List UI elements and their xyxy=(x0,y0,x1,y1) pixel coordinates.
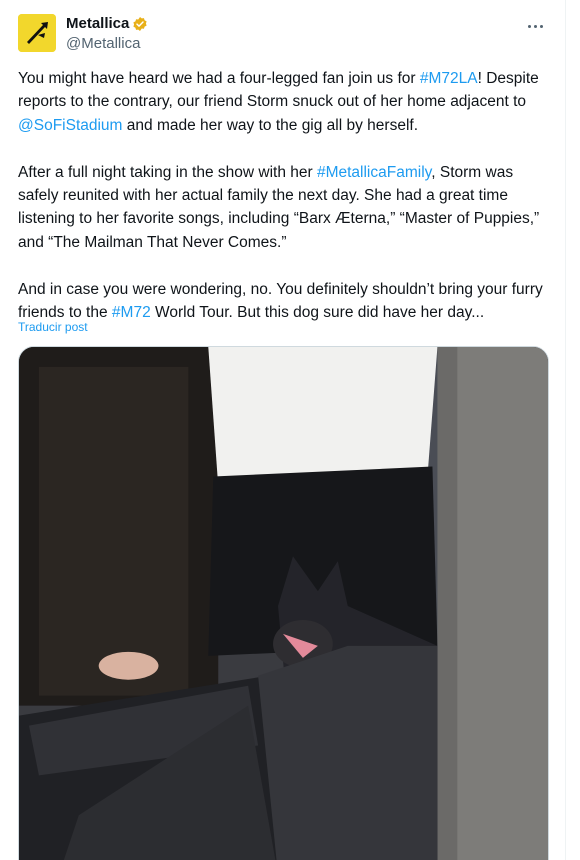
text-run: and made her way to the gig all by herse… xyxy=(122,116,418,134)
hashtag-link-m72la[interactable]: #M72LA xyxy=(420,70,478,87)
text-run: World Tour. But this dog sure did have h… xyxy=(150,304,485,322)
tweet-paragraph-2: After a full night taking in the show wi… xyxy=(18,161,554,255)
text-run: After a full night taking in the show wi… xyxy=(18,163,317,181)
more-options-icon[interactable] xyxy=(523,16,547,36)
tweet-text: You might have heard we had a four-legge… xyxy=(18,67,554,324)
avatar[interactable] xyxy=(18,14,56,52)
mention-link-sofistadium[interactable]: @SoFiStadium xyxy=(18,117,122,134)
tweet-paragraph-1: You might have heard we had a four-legge… xyxy=(18,67,554,137)
author-names: Metallica @Metallica xyxy=(66,14,148,53)
tweet-paragraph-3: And in case you were wondering, no. You … xyxy=(18,278,554,325)
author-display-name[interactable]: Metallica xyxy=(66,14,148,33)
verified-badge-icon xyxy=(133,16,147,31)
display-name-text[interactable]: Metallica xyxy=(66,14,129,33)
tweet-card: Metallica @Metallica You might have hear… xyxy=(0,0,566,860)
author-handle[interactable]: @Metallica xyxy=(66,34,148,53)
metallica-logo-icon xyxy=(18,14,56,52)
photo-dog-at-concert xyxy=(19,347,548,860)
tweet-header: Metallica @Metallica xyxy=(18,12,547,54)
tweet-photo[interactable] xyxy=(18,346,549,860)
hashtag-link-m72[interactable]: #M72 xyxy=(112,304,151,321)
hashtag-link-metallicafamily[interactable]: #MetallicaFamily xyxy=(317,164,431,181)
text-run: You might have heard we had a four-legge… xyxy=(18,70,420,87)
translate-post-link[interactable]: Traducir post xyxy=(18,320,88,334)
